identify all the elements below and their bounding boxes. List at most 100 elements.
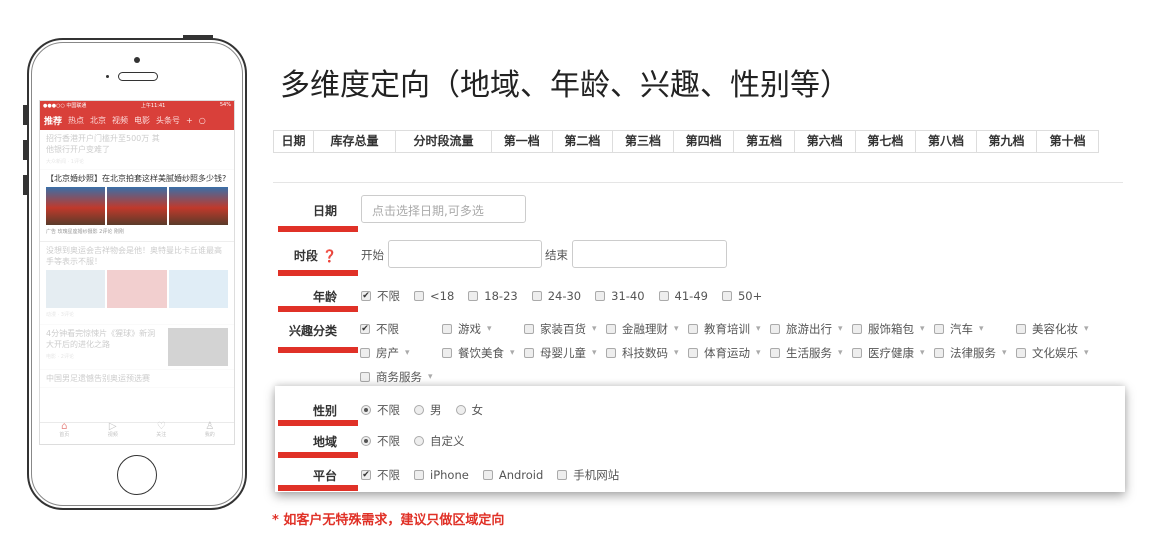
channel-tab[interactable]: 头条号 xyxy=(156,115,180,126)
checkbox[interactable] xyxy=(770,324,780,334)
channel-tab[interactable]: 电影 xyxy=(134,115,150,126)
dropdown-caret-icon[interactable]: ▾ xyxy=(920,348,925,358)
checkbox[interactable] xyxy=(524,348,534,358)
interest-option[interactable]: 母婴儿童 ▾ xyxy=(524,345,606,361)
interest-option[interactable]: 餐饮美食 ▾ xyxy=(442,345,524,361)
platform-option[interactable]: iPhone xyxy=(414,467,469,483)
dropdown-caret-icon[interactable]: ▾ xyxy=(979,324,984,334)
checkbox[interactable] xyxy=(934,324,944,334)
checkbox[interactable] xyxy=(360,348,370,358)
checkbox-checked[interactable]: ✔ xyxy=(361,291,371,301)
interest-option[interactable]: 医疗健康 ▾ xyxy=(852,345,934,361)
dropdown-caret-icon[interactable]: ▾ xyxy=(838,324,843,334)
age-option[interactable]: 50+ xyxy=(721,288,762,304)
interest-option[interactable]: 家装百货 ▾ xyxy=(524,321,606,337)
tab-follow[interactable]: ♡ 关注 xyxy=(156,422,166,444)
add-icon[interactable]: + xyxy=(186,116,193,125)
interest-option[interactable]: 科技数码 ▾ xyxy=(606,345,688,361)
checkbox[interactable] xyxy=(414,291,424,301)
radio[interactable] xyxy=(455,405,466,415)
gender-option[interactable]: 男 xyxy=(414,402,442,418)
platform-option[interactable]: ✔ 不限 xyxy=(361,467,400,483)
checkbox[interactable] xyxy=(852,348,862,358)
checkbox[interactable] xyxy=(852,324,862,334)
dropdown-caret-icon[interactable]: ▾ xyxy=(405,348,410,358)
gender-option[interactable]: 不限 xyxy=(361,402,400,418)
channel-tab[interactable]: 推荐 xyxy=(44,114,62,127)
age-option[interactable]: 31-40 xyxy=(595,288,645,304)
checkbox[interactable] xyxy=(1016,324,1026,334)
search-icon[interactable]: ○ xyxy=(199,116,206,125)
interest-option[interactable]: 体育运动 ▾ xyxy=(688,345,770,361)
interest-option[interactable]: 文化娱乐 ▾ xyxy=(1016,345,1098,361)
channel-tab[interactable]: 视频 xyxy=(112,115,128,126)
checkbox[interactable] xyxy=(688,348,698,358)
checkbox[interactable] xyxy=(721,291,732,301)
news-item[interactable]: 没想到奥运会吉祥物会是他！奥特曼比卡丘谁最高手等表示不服！ 动漫 · 3评论 xyxy=(40,242,234,325)
dropdown-caret-icon[interactable]: ▾ xyxy=(487,324,492,334)
dropdown-caret-icon[interactable]: ▾ xyxy=(1084,348,1089,358)
age-option[interactable]: 24-30 xyxy=(531,288,581,304)
channel-tab[interactable]: 热点 xyxy=(68,115,84,126)
checkbox-checked[interactable]: ✔ xyxy=(361,470,371,480)
checkbox[interactable] xyxy=(482,470,493,480)
dropdown-caret-icon[interactable]: ▾ xyxy=(592,348,597,358)
interest-option[interactable]: 服饰箱包 ▾ xyxy=(852,321,934,337)
age-option[interactable]: 41-49 xyxy=(658,288,708,304)
dropdown-caret-icon[interactable]: ▾ xyxy=(756,348,761,358)
platform-option[interactable]: 手机网站 xyxy=(557,467,619,483)
news-item[interactable]: 招行香港开户门槛升至500万 其他银行开户变难了 大众新闻 · 1评论 xyxy=(40,130,234,170)
checkbox[interactable] xyxy=(595,291,606,301)
interest-option[interactable]: 商务服务 ▾ xyxy=(360,369,442,385)
interest-option[interactable]: 房产 ▾ xyxy=(360,345,442,361)
interest-option[interactable]: 教育培训 ▾ xyxy=(688,321,770,337)
dropdown-caret-icon[interactable]: ▾ xyxy=(838,348,843,358)
checkbox[interactable] xyxy=(606,348,616,358)
interest-option[interactable]: 游戏 ▾ xyxy=(442,321,524,337)
radio[interactable] xyxy=(414,405,424,415)
checkbox[interactable] xyxy=(557,470,568,480)
dropdown-caret-icon[interactable]: ▾ xyxy=(920,324,925,334)
age-option[interactable]: 18-23 xyxy=(468,288,518,304)
interest-option[interactable]: ✔ 不限 xyxy=(360,321,442,337)
dropdown-caret-icon[interactable]: ▾ xyxy=(674,324,679,334)
dropdown-caret-icon[interactable]: ▾ xyxy=(756,324,761,334)
end-time-input[interactable] xyxy=(572,240,727,268)
tab-me[interactable]: ♙ 我的 xyxy=(205,422,215,444)
interest-option[interactable]: 汽车 ▾ xyxy=(934,321,1016,337)
radio[interactable] xyxy=(414,436,424,446)
radio-selected[interactable] xyxy=(361,405,371,415)
dropdown-caret-icon[interactable]: ▾ xyxy=(1084,324,1089,334)
interest-option[interactable]: 美容化妆 ▾ xyxy=(1016,321,1098,337)
news-item[interactable]: 中国男足遗憾告别奥运预选赛 xyxy=(40,370,234,388)
checkbox[interactable] xyxy=(524,324,534,334)
checkbox[interactable] xyxy=(442,348,452,358)
checkbox[interactable] xyxy=(360,372,370,382)
interest-option[interactable]: 金融理财 ▾ xyxy=(606,321,688,337)
interest-option[interactable]: 旅游出行 ▾ xyxy=(770,321,852,337)
channel-tab[interactable]: 北京 xyxy=(90,115,106,126)
age-option[interactable]: ✔ 不限 xyxy=(361,288,400,304)
tab-home[interactable]: ⌂ 首页 xyxy=(59,422,69,444)
region-option[interactable]: 不限 xyxy=(361,433,400,449)
dropdown-caret-icon[interactable]: ▾ xyxy=(428,372,433,382)
news-item[interactable]: 4分钟看完惊悚片《猩球》新洞大开后的进化之路 电影 · 2评论 xyxy=(40,325,234,370)
help-icon[interactable]: ❓ xyxy=(322,249,337,263)
checkbox[interactable] xyxy=(531,291,542,301)
start-time-input[interactable] xyxy=(388,240,542,268)
tab-video[interactable]: ▷ 视频 xyxy=(108,422,118,444)
age-option[interactable]: <18 xyxy=(414,288,454,304)
checkbox[interactable] xyxy=(934,348,944,358)
checkbox[interactable] xyxy=(770,348,780,358)
interest-option[interactable]: 生活服务 ▾ xyxy=(770,345,852,361)
radio-selected[interactable] xyxy=(361,436,371,446)
checkbox[interactable] xyxy=(468,291,479,301)
dropdown-caret-icon[interactable]: ▾ xyxy=(674,348,679,358)
gender-option[interactable]: 女 xyxy=(455,402,483,418)
checkbox-checked[interactable]: ✔ xyxy=(360,324,370,334)
checkbox[interactable] xyxy=(414,470,424,480)
dropdown-caret-icon[interactable]: ▾ xyxy=(1002,348,1007,358)
interest-option[interactable]: 法律服务 ▾ xyxy=(934,345,1016,361)
checkbox[interactable] xyxy=(658,291,669,301)
checkbox[interactable] xyxy=(688,324,698,334)
